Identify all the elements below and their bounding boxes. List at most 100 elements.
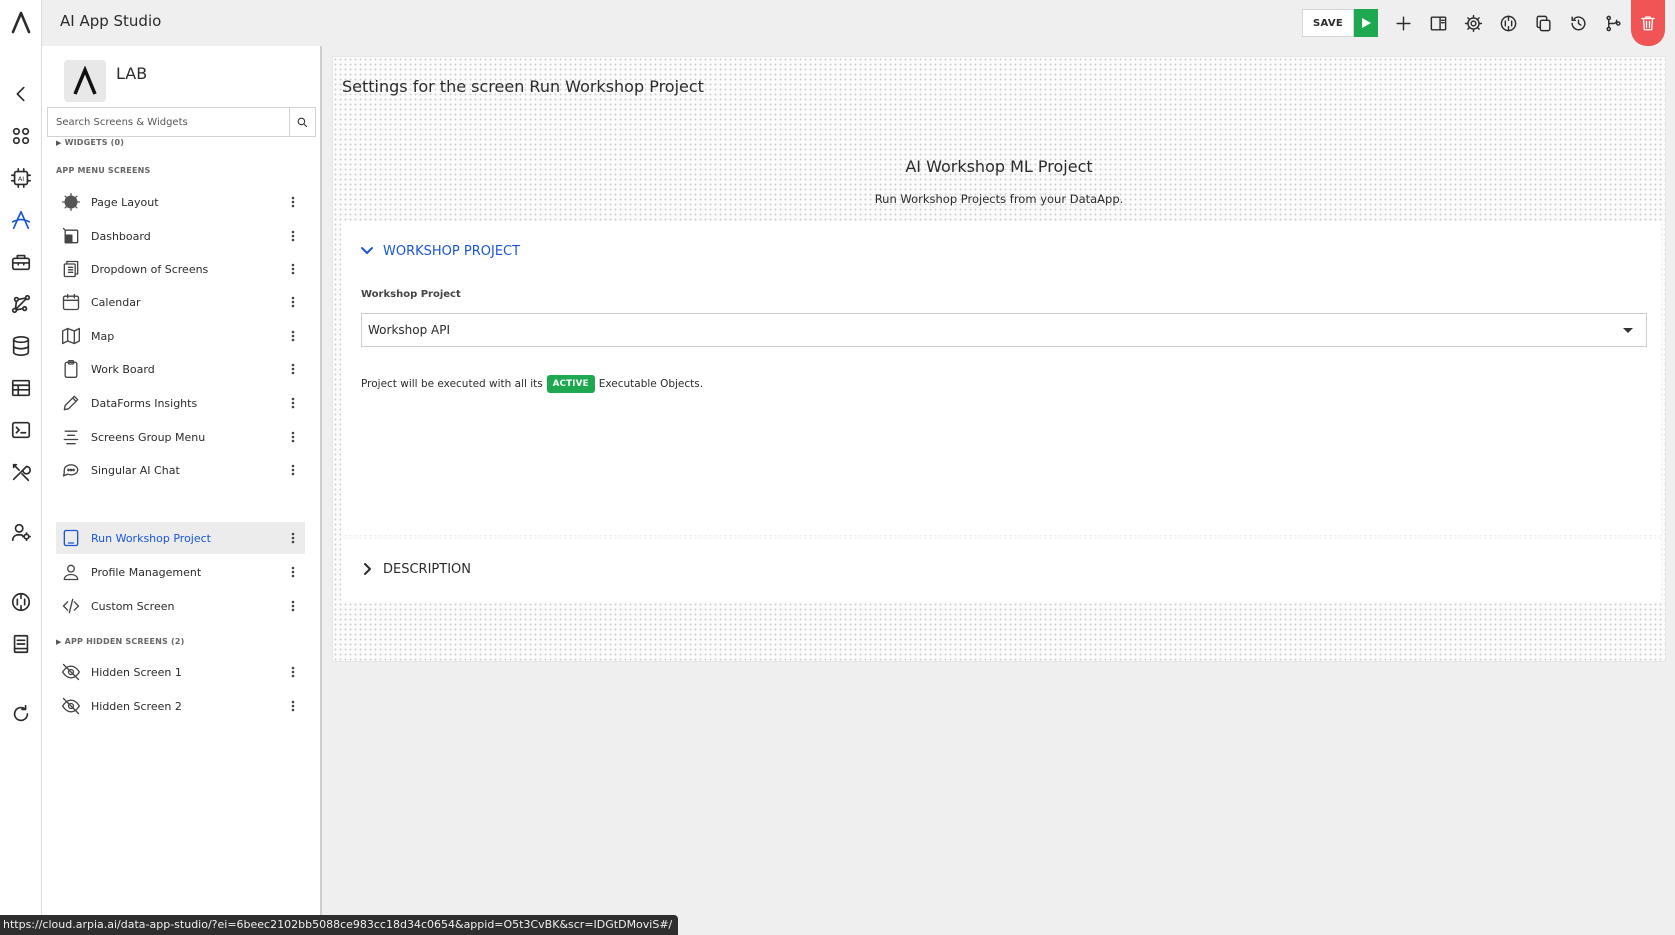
screen-item-dataforms-insights[interactable]: DataForms Insights bbox=[56, 387, 305, 419]
screens-panel: LAB ▶ WIDGETS (0) APP MENU SCREENS Page … bbox=[42, 46, 322, 935]
back-chevron-icon[interactable] bbox=[7, 80, 35, 108]
trash-icon bbox=[1641, 16, 1655, 31]
description-accordion-toggle[interactable]: DESCRIPTION bbox=[359, 561, 471, 577]
more-options-icon[interactable] bbox=[283, 662, 303, 682]
screen-item-map[interactable]: Map bbox=[56, 320, 305, 352]
caret-right-icon: ▶ bbox=[56, 138, 62, 147]
app-studio-icon[interactable] bbox=[7, 206, 35, 234]
add-button[interactable] bbox=[1386, 9, 1421, 37]
screen-item-dropdown-of-screens[interactable]: Dropdown of Screens bbox=[56, 253, 305, 285]
screen-item-calendar[interactable]: Calendar bbox=[56, 286, 305, 318]
hidden-screens-section-label: APP HIDDEN SCREENS (2) bbox=[64, 637, 185, 646]
version-branch-button[interactable] bbox=[1596, 9, 1631, 37]
play-icon bbox=[1362, 18, 1371, 28]
history-button[interactable] bbox=[1561, 9, 1596, 37]
search-button[interactable] bbox=[289, 108, 315, 136]
screen-item-dashboard[interactable]: Dashboard bbox=[56, 220, 305, 252]
svg-text:AI: AI bbox=[18, 175, 24, 183]
chevron-right-icon bbox=[364, 563, 371, 575]
screen-item-label: Dashboard bbox=[91, 229, 151, 243]
more-options-icon[interactable] bbox=[283, 292, 303, 312]
save-button[interactable]: SAVE bbox=[1301, 9, 1354, 37]
workshop-project-section: WORKSHOP PROJECT Workshop Project Worksh… bbox=[341, 221, 1661, 535]
screen-item-page-layout[interactable]: Page Layout bbox=[56, 186, 305, 218]
description-section: DESCRIPTION bbox=[341, 539, 1661, 601]
database-icon[interactable] bbox=[7, 332, 35, 360]
icon-rail: AI bbox=[0, 0, 42, 935]
widgets-section-toggle[interactable]: ▶ WIDGETS (0) bbox=[56, 138, 124, 147]
workshop-project-accordion-toggle[interactable]: WORKSHOP PROJECT bbox=[359, 243, 520, 259]
apps-grid-icon[interactable] bbox=[7, 122, 35, 150]
calendar-icon bbox=[60, 291, 82, 313]
delete-button[interactable] bbox=[1631, 0, 1665, 46]
screen-settings-canvas: Settings for the screen Run Workshop Pro… bbox=[332, 56, 1666, 662]
refresh-icon[interactable] bbox=[7, 700, 35, 728]
api-globe-icon bbox=[1500, 15, 1517, 31]
plus-icon bbox=[1396, 15, 1411, 31]
settings-button[interactable] bbox=[1456, 9, 1491, 37]
table-icon[interactable] bbox=[7, 374, 35, 402]
screen-item-profile-management[interactable]: Profile Management bbox=[56, 556, 305, 588]
screen-item-label: Hidden Screen 2 bbox=[91, 699, 182, 713]
map-icon bbox=[60, 325, 82, 347]
eye-off-icon bbox=[60, 695, 82, 717]
api-button[interactable] bbox=[1491, 9, 1526, 37]
screen-item-singular-ai-chat[interactable]: Singular AI Chat bbox=[56, 454, 305, 486]
duplicate-button[interactable] bbox=[1526, 9, 1561, 37]
more-options-icon[interactable] bbox=[283, 393, 303, 413]
more-options-icon[interactable] bbox=[283, 226, 303, 246]
screen-settings-title: Settings for the screen Run Workshop Pro… bbox=[342, 77, 704, 96]
more-options-icon[interactable] bbox=[283, 427, 303, 447]
screen-item-label: Custom Screen bbox=[91, 599, 175, 613]
dashboard-icon bbox=[60, 225, 82, 247]
screen-item-work-board[interactable]: Work Board bbox=[56, 353, 305, 385]
screen-item-label: Singular AI Chat bbox=[91, 463, 180, 477]
search-input[interactable] bbox=[48, 108, 289, 136]
tools-icon[interactable] bbox=[7, 458, 35, 486]
api-globe-icon[interactable] bbox=[7, 588, 35, 616]
gear-icon bbox=[1464, 14, 1483, 32]
project-subtitle: Run Workshop Projects from your DataApp. bbox=[874, 192, 1124, 206]
arpia-logo-icon bbox=[73, 66, 97, 95]
more-options-icon[interactable] bbox=[283, 460, 303, 480]
ai-chip-icon[interactable]: AI bbox=[7, 164, 35, 192]
screen-item-screens-group-menu[interactable]: Screens Group Menu bbox=[56, 421, 305, 453]
more-options-icon[interactable] bbox=[283, 562, 303, 582]
user-settings-icon[interactable] bbox=[7, 518, 35, 546]
description-section-title: DESCRIPTION bbox=[383, 561, 471, 577]
run-button[interactable] bbox=[1354, 9, 1378, 37]
hidden-screen-item-1[interactable]: Hidden Screen 1 bbox=[56, 656, 305, 688]
workshop-project-field-label: Workshop Project bbox=[361, 289, 461, 300]
more-options-icon[interactable] bbox=[283, 326, 303, 346]
screen-item-run-workshop-project[interactable]: Run Workshop Project bbox=[56, 522, 305, 554]
lab-logo bbox=[64, 60, 106, 102]
toolbox-icon[interactable] bbox=[7, 248, 35, 276]
arpia-logo-icon[interactable] bbox=[7, 8, 35, 36]
hidden-screens-section-toggle[interactable]: ▶ APP HIDDEN SCREENS (2) bbox=[56, 637, 184, 646]
docs-book-icon[interactable] bbox=[7, 630, 35, 658]
screen-item-custom-screen[interactable]: Custom Screen bbox=[56, 590, 305, 622]
clipboard-icon bbox=[60, 358, 82, 380]
menu-screens-label: APP MENU SCREENS bbox=[56, 166, 151, 175]
more-options-icon[interactable] bbox=[283, 259, 303, 279]
screen-item-label: DataForms Insights bbox=[91, 396, 198, 410]
screen-item-label: Work Board bbox=[91, 362, 155, 376]
terminal-icon[interactable] bbox=[7, 416, 35, 444]
workshop-project-select-value: Workshop API bbox=[368, 323, 451, 337]
caret-right-icon: ▶ bbox=[56, 637, 62, 646]
chat-bubble-icon bbox=[60, 459, 82, 481]
project-title: AI Workshop ML Project bbox=[905, 157, 1093, 176]
more-options-icon[interactable] bbox=[283, 192, 303, 212]
workshop-project-section-title: WORKSHOP PROJECT bbox=[383, 243, 521, 259]
more-options-icon[interactable] bbox=[283, 359, 303, 379]
status-bar-url: https://cloud.arpia.ai/data-app-studio/?… bbox=[0, 915, 679, 935]
hidden-screen-item-2[interactable]: Hidden Screen 2 bbox=[56, 690, 305, 722]
execution-note: Project will be executed with all its AC… bbox=[361, 375, 703, 393]
graph-nodes-icon[interactable] bbox=[7, 290, 35, 318]
workshop-project-select[interactable]: Workshop API bbox=[361, 313, 1647, 347]
screen-item-label: Hidden Screen 1 bbox=[91, 665, 182, 679]
more-options-icon[interactable] bbox=[283, 696, 303, 716]
more-options-icon[interactable] bbox=[283, 596, 303, 616]
more-options-icon[interactable] bbox=[283, 528, 303, 548]
toggle-panel-button[interactable] bbox=[1421, 9, 1456, 37]
